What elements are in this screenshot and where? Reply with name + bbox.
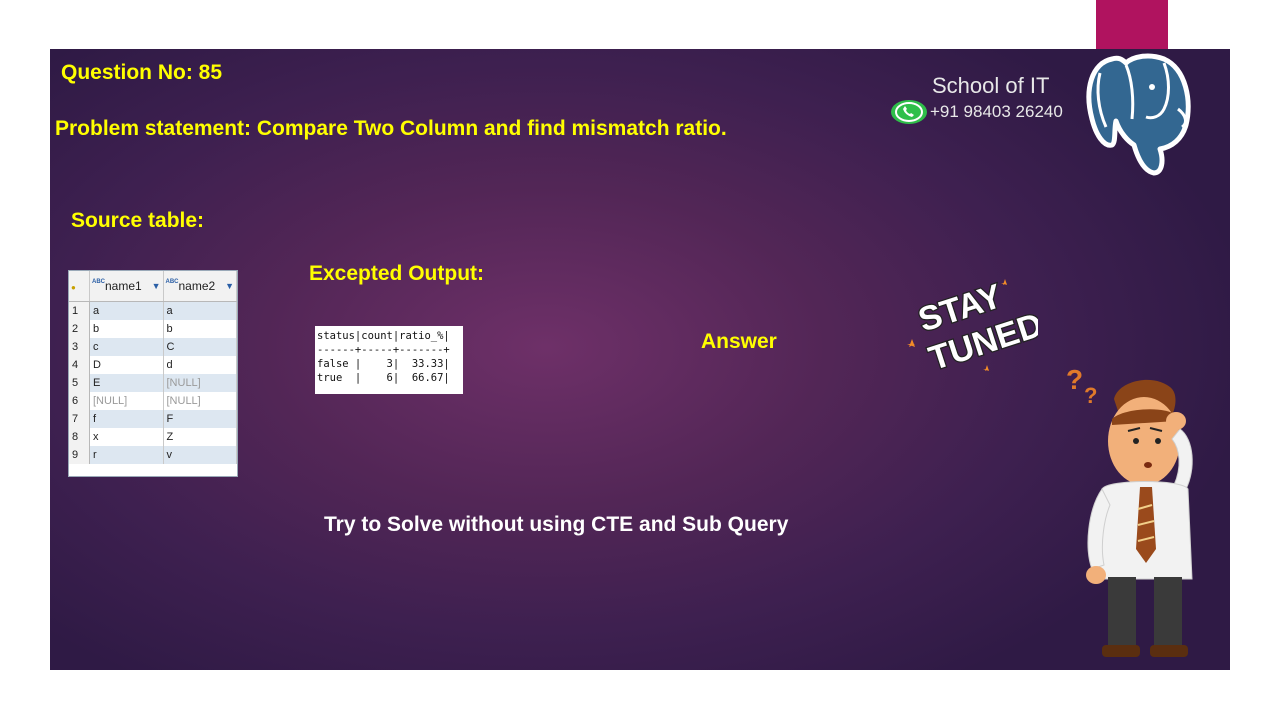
table-row: 3cC bbox=[69, 338, 237, 356]
cell-name2[interactable]: [NULL] bbox=[163, 392, 237, 410]
cell-name2[interactable]: C bbox=[163, 338, 237, 356]
output-row: true | 6| 66.67| bbox=[317, 372, 450, 384]
text-type-icon: ABC bbox=[165, 279, 179, 285]
question-number: Question No: 85 bbox=[61, 61, 223, 84]
column-header-name2[interactable]: ABCname2 ▼ bbox=[163, 271, 237, 302]
cell-name2[interactable]: Z bbox=[163, 428, 237, 446]
table-row: 2bb bbox=[69, 320, 237, 338]
challenge-text: Try to Solve without using CTE and Sub Q… bbox=[324, 513, 789, 536]
row-number: 9 bbox=[69, 446, 90, 464]
cell-name2[interactable]: a bbox=[163, 301, 237, 320]
row-number: 1 bbox=[69, 301, 90, 320]
table-row: 5 E [NULL] bbox=[69, 374, 237, 392]
brand-accent-tab bbox=[1096, 0, 1168, 52]
table-row: 6 [NULL] [NULL] bbox=[69, 392, 237, 410]
filter-icon[interactable]: ▼ bbox=[225, 281, 234, 291]
row-number: 5 bbox=[69, 374, 90, 392]
table-row: 8xZ bbox=[69, 428, 237, 446]
table-row: 1aa bbox=[69, 301, 237, 320]
cell-name1[interactable]: E bbox=[89, 374, 164, 392]
postgresql-elephant-logo bbox=[1086, 53, 1191, 176]
expected-output-box: status|count|ratio_%| ------+-----+-----… bbox=[315, 326, 463, 394]
cell-name1[interactable]: c bbox=[89, 338, 164, 356]
contact-row: +91 98403 26240 bbox=[890, 99, 1063, 125]
row-number: 6 bbox=[69, 392, 90, 410]
svg-text:?: ? bbox=[1084, 383, 1097, 408]
phone-number: +91 98403 26240 bbox=[930, 102, 1063, 121]
cell-name1[interactable]: D bbox=[89, 356, 164, 374]
cell-name2[interactable]: F bbox=[163, 410, 237, 428]
column-label: name2 bbox=[178, 279, 216, 293]
brand-name: School of IT bbox=[932, 73, 1050, 98]
column-header-name1[interactable]: ABCname1 ▼ bbox=[89, 271, 164, 302]
table-row: 4Dd bbox=[69, 356, 237, 374]
svg-text:?: ? bbox=[1066, 364, 1083, 395]
cell-name2[interactable]: d bbox=[163, 356, 237, 374]
row-number: 7 bbox=[69, 410, 90, 428]
output-header: status|count|ratio_%| bbox=[317, 330, 450, 342]
output-row: false | 3| 33.33| bbox=[317, 358, 450, 370]
row-number: 2 bbox=[69, 320, 90, 338]
text-type-icon: ABC bbox=[92, 279, 105, 285]
cell-name2[interactable]: v bbox=[163, 446, 237, 464]
stay-tuned-sticker: STAY TUNED bbox=[907, 276, 1038, 379]
row-number: 8 bbox=[69, 428, 90, 446]
table-row: 7fF bbox=[69, 410, 237, 428]
row-number: 3 bbox=[69, 338, 90, 356]
slide: Question No: 85 Problem statement: Compa… bbox=[50, 49, 1230, 670]
cell-name1[interactable]: r bbox=[89, 446, 164, 464]
sort-icon: ● bbox=[71, 283, 76, 292]
output-separator: ------+-----+-------+ bbox=[317, 344, 450, 356]
cell-name1[interactable]: a bbox=[89, 301, 164, 320]
table-row: 9rv bbox=[69, 446, 237, 464]
column-label: name1 bbox=[105, 279, 142, 293]
cell-name2[interactable]: b bbox=[163, 320, 237, 338]
source-table: ● ABCname1 ▼ ABCname2 ▼ 1aa 2bb 3cC 4Dd … bbox=[68, 270, 238, 477]
whatsapp-icon bbox=[891, 100, 927, 124]
confused-man-illustration: ? ? bbox=[1066, 364, 1193, 657]
source-table-label: Source table: bbox=[71, 209, 205, 232]
cell-name1[interactable]: x bbox=[89, 428, 164, 446]
cell-name1[interactable]: [NULL] bbox=[89, 392, 164, 410]
cell-name2[interactable]: [NULL] bbox=[163, 374, 237, 392]
problem-statement: Problem statement: Compare Two Column an… bbox=[55, 117, 727, 140]
filter-icon[interactable]: ▼ bbox=[152, 281, 161, 291]
cell-name1[interactable]: b bbox=[89, 320, 164, 338]
row-number: 4 bbox=[69, 356, 90, 374]
row-number-header: ● bbox=[69, 271, 90, 302]
cell-name1[interactable]: f bbox=[89, 410, 164, 428]
expected-output-label: Excepted Output: bbox=[309, 262, 485, 285]
answer-label: Answer bbox=[701, 330, 777, 353]
